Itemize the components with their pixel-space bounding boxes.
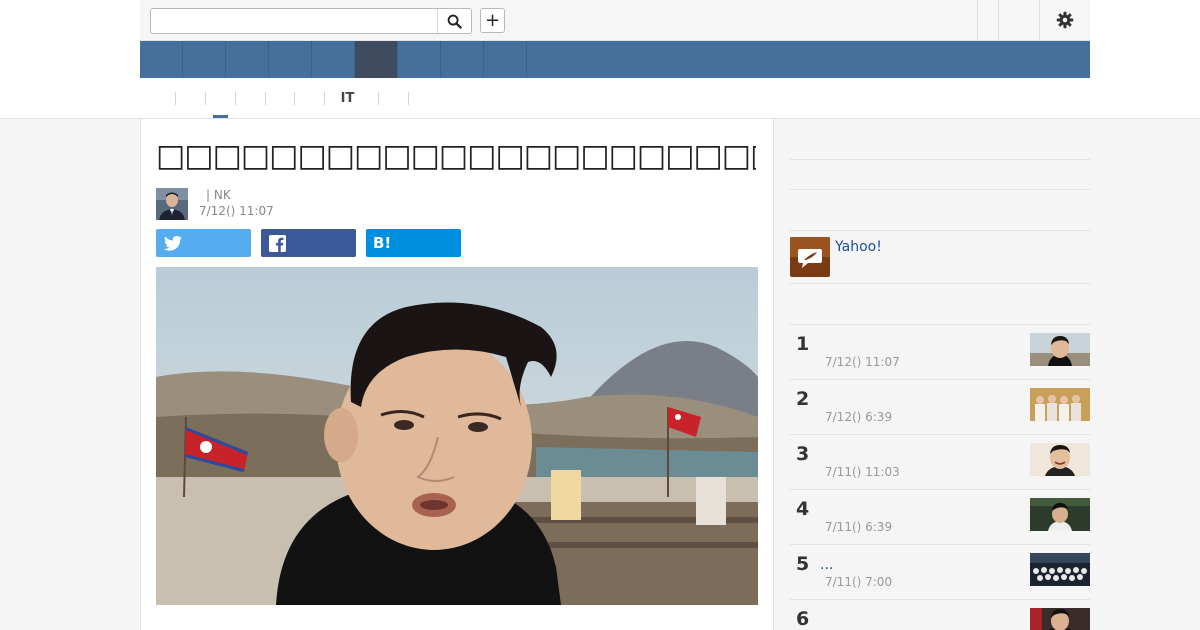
ranking-number: 2 — [796, 388, 810, 410]
header-divider — [998, 0, 999, 40]
ranking-title[interactable]: ... — [820, 557, 833, 573]
sidebar-divider — [790, 230, 1090, 231]
nav-item[interactable] — [312, 41, 355, 78]
ranking-number: 4 — [796, 498, 810, 520]
ranking-item[interactable]: 4 7/11() 6:39 — [790, 490, 1090, 545]
nav-item[interactable] — [140, 41, 183, 78]
gear-icon — [1056, 11, 1074, 29]
nav-item[interactable] — [398, 41, 441, 78]
hatena-bookmark-button[interactable]: B! — [366, 229, 461, 257]
ranking-date: 7/11() 11:03 — [825, 465, 900, 479]
sidebar-divider — [790, 189, 1090, 190]
subnav-separator — [408, 92, 409, 105]
author-name[interactable]: | NK — [206, 188, 231, 202]
add-button[interactable]: + — [480, 8, 505, 33]
ranking-item[interactable]: 5 ... 7/11() 7:00 — [790, 545, 1090, 600]
nav-item[interactable] — [484, 41, 527, 78]
facebook-icon — [269, 234, 286, 252]
twitter-icon — [164, 235, 182, 251]
ranking-item[interactable]: 1 7/12() 11:07 — [790, 325, 1090, 380]
ranking-thumbnail[interactable] — [1030, 608, 1090, 630]
article-main: □□□□□□□□□□□□□□□□□□□□□□□□□□□□□□□□□□□□□□□□… — [140, 118, 774, 630]
sidebar: Yahoo! 1 7/12() 11:07 2 7/12() 6:39 3 7/… — [790, 118, 1090, 630]
subnav-item-it[interactable]: IT — [330, 78, 365, 119]
subnav-item[interactable] — [150, 78, 175, 119]
ranking-number: 6 — [796, 608, 810, 630]
nav-item[interactable] — [226, 41, 269, 78]
ranking-number: 5 — [796, 553, 810, 575]
sidebar-divider — [790, 283, 1090, 284]
ranking-date: 7/12() 6:39 — [825, 410, 893, 424]
author-avatar[interactable] — [156, 188, 188, 220]
nav-item[interactable] — [183, 41, 226, 78]
nav-item[interactable] — [441, 41, 484, 78]
header-divider — [977, 0, 978, 40]
ranking-thumbnail[interactable] — [1030, 388, 1090, 421]
publish-date: 7/12() 11:07 — [199, 204, 274, 218]
search-button[interactable] — [437, 9, 471, 33]
subnav-item[interactable] — [266, 78, 294, 119]
yahoo-feather-icon[interactable] — [790, 237, 830, 277]
subnav-item[interactable] — [379, 78, 408, 119]
ranking-date: 7/12() 11:07 — [825, 355, 900, 369]
subnav-separator — [205, 92, 206, 105]
subnav-item[interactable] — [295, 78, 324, 119]
ranking-item[interactable]: 2 7/12() 6:39 — [790, 380, 1090, 435]
nav-item[interactable] — [269, 41, 312, 78]
subnav-separator — [175, 92, 176, 105]
article-title: □□□□□□□□□□□□□□□□□□□□□□□□□□□□□□□□□□□□□□□□ — [156, 138, 756, 174]
yahoo-link[interactable]: Yahoo! — [835, 239, 882, 255]
search-input[interactable] — [151, 9, 437, 33]
twitter-share-button[interactable] — [156, 229, 251, 257]
category-subnav: IT — [140, 78, 1090, 119]
ranking-item[interactable]: 3 7/11() 11:03 — [790, 435, 1090, 490]
ranking-date: 7/11() 6:39 — [825, 520, 893, 534]
site-header: + — [140, 0, 1090, 41]
article-hero-image — [156, 267, 758, 605]
subnav-item[interactable] — [236, 78, 265, 119]
ranking-thumbnail[interactable] — [1030, 333, 1090, 366]
main-nav — [140, 41, 1090, 78]
ranking-thumbnail[interactable] — [1030, 443, 1090, 476]
facebook-share-button[interactable] — [261, 229, 356, 257]
ranking-thumbnail[interactable] — [1030, 553, 1090, 586]
ranking-number: 1 — [796, 333, 810, 355]
nav-item-active[interactable] — [355, 41, 398, 78]
ranking-number: 3 — [796, 443, 810, 465]
ranking-date: 7/11() 7:00 — [825, 575, 893, 589]
sidebar-divider — [790, 159, 1090, 160]
subnav-separator — [324, 92, 325, 105]
settings-button[interactable] — [1040, 0, 1090, 40]
ranking-item[interactable]: 6 — [790, 600, 1090, 630]
search-icon — [447, 14, 462, 29]
subnav-item-active[interactable] — [206, 78, 235, 119]
hatena-icon: B! — [373, 234, 392, 252]
search-box — [150, 8, 472, 34]
ranking-thumbnail[interactable] — [1030, 498, 1090, 531]
